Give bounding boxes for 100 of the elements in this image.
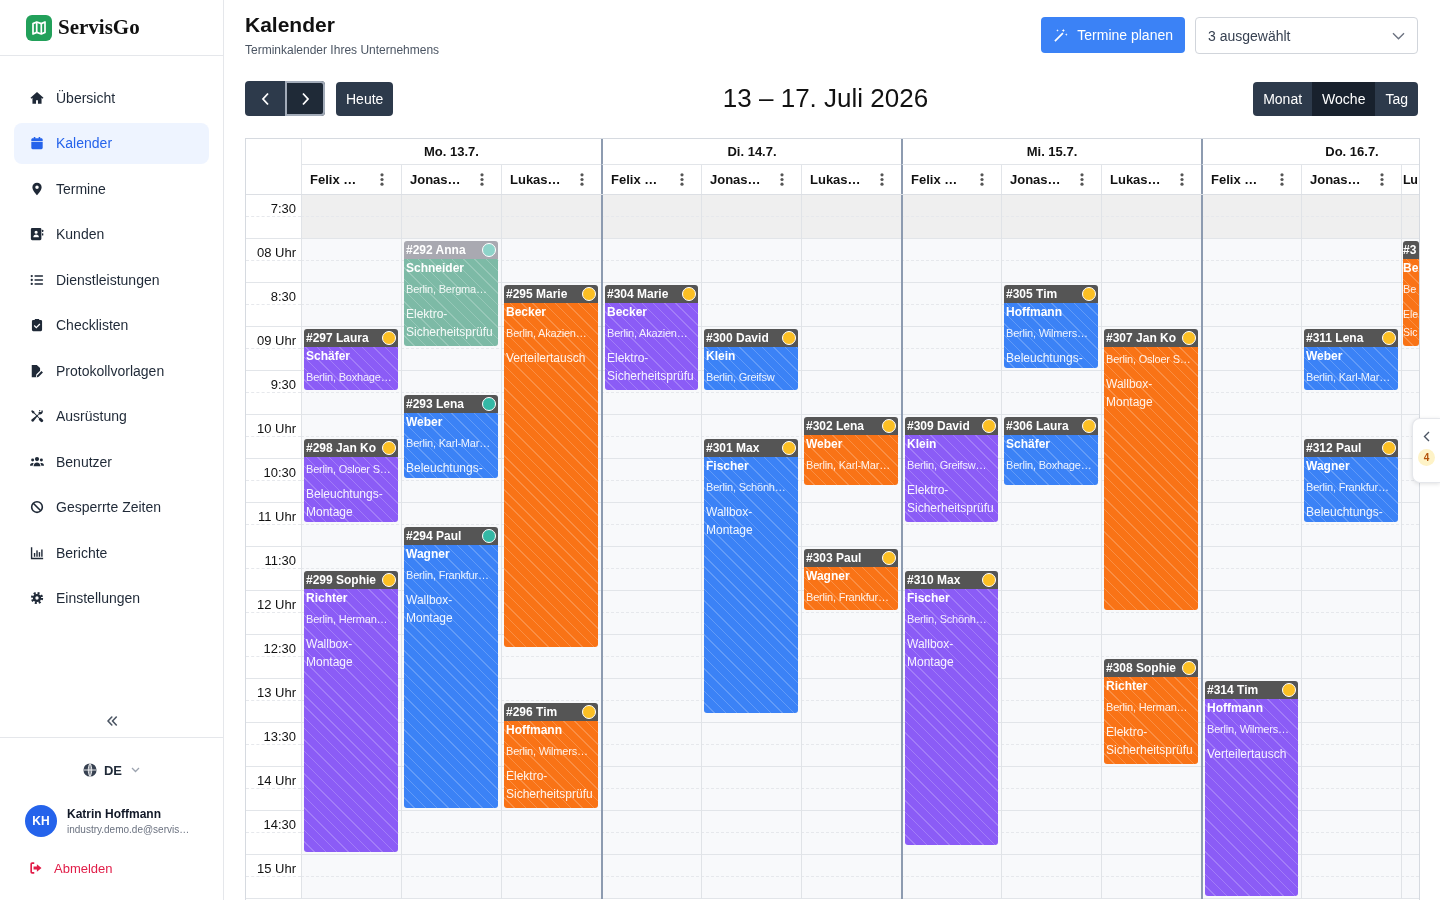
more-icon[interactable] — [580, 173, 584, 186]
sidebar-item[interactable]: Übersicht — [14, 77, 209, 118]
appointment-card[interactable]: #298 Jan Ko Berlin, Osloer S… Beleuchtungs-Montage — [304, 439, 398, 522]
appointment-title: #309 David Klein — [907, 418, 971, 453]
appointment-address: Berlin, Frankfur… — [406, 568, 490, 583]
chevron-down-icon — [1392, 31, 1405, 40]
appointment-card[interactable]: #294 Paul Wagner Berlin, Frankfur… Wallbox-Montage — [404, 527, 498, 808]
sidebar-item[interactable]: Kalender — [14, 122, 209, 164]
view-tab[interactable]: Tag — [1375, 81, 1418, 116]
appointment-title: #314 Tim Hoffmann — [1207, 682, 1264, 717]
sidebar-item[interactable]: Protokollvorlagen — [14, 350, 209, 391]
resource-select[interactable]: 3 ausgewählt — [1195, 17, 1418, 54]
appointment-card[interactable]: #309 David Klein Berlin, Greifsw… Elektro-Sicherheitsprüfu — [905, 417, 998, 522]
calendar-icon — [30, 136, 44, 150]
resource-name: Jonas… — [710, 172, 761, 187]
language-select[interactable]: DE — [82, 758, 141, 782]
more-icon[interactable] — [1380, 173, 1384, 186]
more-icon[interactable] — [380, 173, 384, 186]
sidebar-item[interactable]: Dienstleistungen — [14, 259, 209, 300]
appointment-address: Berlin, Schönh… — [907, 612, 988, 627]
appointment-card[interactable]: #300 David Klein Berlin, Greifsw — [704, 329, 798, 390]
sidebar-item[interactable]: Benutzer — [14, 441, 209, 482]
magic-wand-icon — [1053, 27, 1069, 43]
more-icon[interactable] — [1180, 173, 1184, 186]
plan-appointments-button[interactable]: Termine planen — [1041, 17, 1185, 53]
appointment-card[interactable]: #301 Max Fischer Berlin, Schönh… Wallbox-Montage — [704, 439, 798, 713]
more-icon[interactable] — [780, 173, 784, 186]
today-button[interactable]: Heute — [336, 81, 394, 116]
sidebar-item[interactable]: Kunden — [14, 213, 209, 255]
appointment-address: Berlin, Frankfur… — [1306, 480, 1390, 495]
appointment-card[interactable]: #308 Sophie Richter Berlin, Herman… Elektro-Sicherheitsprüfu — [1104, 659, 1198, 764]
more-icon[interactable] — [480, 173, 484, 186]
appointment-card[interactable]: #299 Sophie Richter Berlin, Herman… Wallbox-Montage — [304, 571, 398, 852]
appointment-card[interactable]: #305 Tim Hoffmann Berlin, Wilmers… Beleuchtungs- — [1004, 285, 1098, 368]
time-label: 10:30 — [263, 465, 296, 480]
gear-icon — [30, 591, 44, 605]
appointment-title: #312 Paul Wagner — [1306, 440, 1363, 475]
more-icon[interactable] — [680, 173, 684, 186]
appointment-title: #310 Max Fischer — [907, 572, 962, 607]
appointment-card[interactable]: #314 Tim Hoffmann Berlin, Wilmers… Verteilertausch — [1205, 681, 1298, 896]
appointment-card[interactable]: #297 Laura Schäfer Berlin, Boxhage… — [304, 329, 398, 390]
view-tab[interactable]: Monat — [1253, 81, 1313, 116]
crossed-tools-icon — [30, 409, 44, 423]
appointment-service: Ele Sic — [1403, 307, 1419, 340]
appointment-service: Elektro-Sicherheitsprüfu — [506, 768, 594, 803]
time-label: 08 Uhr — [256, 245, 296, 260]
time-label: 13 Uhr — [256, 685, 296, 700]
appointment-card[interactable]: #302 Lena Weber Berlin, Karl-Mar… — [804, 417, 898, 486]
resource-name: Jonas… — [410, 172, 461, 187]
appointment-card[interactable]: #307 Jan Ko Berlin, Osloer S… Wallbox-Montage — [1104, 329, 1198, 610]
logout-button[interactable]: Abmelden — [29, 859, 113, 877]
side-panel-toggle[interactable]: 4 — [1412, 418, 1440, 483]
more-icon[interactable] — [980, 173, 984, 186]
double-chevron-left-icon[interactable] — [105, 715, 118, 726]
appointment-address: Berlin, Frankfur… — [806, 590, 890, 605]
appointment-card[interactable]: #296 Tim Hoffmann Berlin, Wilmers… Elektro-Sicherheitsprüfu — [504, 703, 598, 808]
sidebar-item[interactable]: Checklisten — [14, 304, 209, 346]
appointment-title: #292 Anna Schneider — [406, 242, 467, 277]
resource-name: Felix … — [611, 172, 658, 187]
sidebar-item[interactable]: Termine — [14, 168, 209, 209]
appointment-card[interactable]: #310 Max Fischer Berlin, Schönh… Wallbox-Montage — [905, 571, 998, 845]
appointment-title: #295 Marie Becker — [506, 286, 569, 321]
appointment-service: Wallbox-Montage — [1106, 376, 1154, 411]
map-logo-icon — [26, 14, 52, 41]
previous-week-button[interactable] — [245, 81, 285, 116]
appointment-service: Wallbox-Montage — [406, 592, 454, 627]
resource-name: Lukas… — [510, 172, 561, 187]
appointment-card[interactable]: #295 Marie Becker Berlin, Akazien… Verteilertausch — [504, 285, 598, 647]
sidebar-item[interactable]: Berichte — [14, 532, 209, 573]
appointment-address: Berlin, Wilmers… — [1006, 326, 1089, 341]
chevron-right-icon — [300, 91, 310, 106]
appointment-address: Berlin, Akazien… — [506, 326, 588, 341]
more-icon[interactable] — [1080, 173, 1084, 186]
appointment-title: #296 Tim Hoffmann — [506, 704, 563, 739]
appointment-card[interactable]: #293 Lena Weber Berlin, Karl-Mar… Beleuchtungs- — [404, 395, 498, 478]
appointment-card[interactable]: #303 Paul Wagner Berlin, Frankfur… — [804, 549, 898, 610]
appointment-card[interactable]: #304 Marie Becker Berlin, Akazien… Elektro-Sicherheitsprüfu — [605, 285, 698, 390]
appointment-service: Beleuchtungs-Montage — [306, 486, 384, 521]
appointment-address: Berlin, Herman… — [1106, 700, 1189, 715]
count-badge: 4 — [1418, 449, 1435, 466]
logout-icon — [29, 861, 43, 875]
user-email: industry.demo.de@servis… — [67, 824, 190, 835]
time-label: 14:30 — [263, 817, 296, 832]
sidebar-item[interactable]: Ausrüstung — [14, 395, 209, 437]
appointment-card[interactable]: #3 Be Be Ele Sic — [1403, 241, 1419, 346]
appointment-title: #304 Marie Becker — [607, 286, 670, 321]
appointment-address: Berlin, Boxhage… — [1006, 458, 1093, 473]
next-week-button[interactable] — [285, 81, 325, 116]
time-label: 12 Uhr — [256, 597, 296, 612]
view-tab[interactable]: Woche — [1312, 81, 1376, 116]
appointment-card[interactable]: #306 Laura Schäfer Berlin, Boxhage… — [1004, 417, 1098, 486]
bar-chart-icon — [30, 545, 44, 560]
appointment-card[interactable]: #311 Lena Weber Berlin, Karl-Mar… — [1304, 329, 1398, 390]
sidebar-item[interactable]: Gesperrte Zeiten — [14, 486, 209, 528]
appointment-card[interactable]: #312 Paul Wagner Berlin, Frankfur… Beleuchtungs- — [1304, 439, 1398, 522]
users-icon — [30, 454, 44, 469]
more-icon[interactable] — [1280, 173, 1284, 186]
sidebar-item[interactable]: Einstellungen — [14, 577, 209, 619]
appointment-title: #293 Lena Weber — [406, 396, 466, 431]
more-icon[interactable] — [880, 173, 884, 186]
